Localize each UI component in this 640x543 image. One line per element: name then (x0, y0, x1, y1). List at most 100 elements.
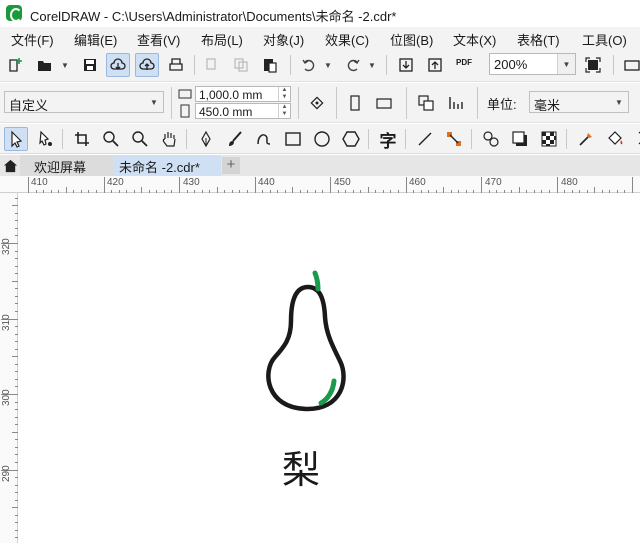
ruler-label: 420 (107, 177, 124, 188)
connector-tool-button[interactable] (442, 127, 466, 151)
publish-pdf-button[interactable]: PDF (452, 53, 476, 77)
crop-tool-button[interactable] (70, 127, 94, 151)
polygon-tool-button[interactable] (339, 127, 363, 151)
portrait-button[interactable] (343, 91, 367, 115)
drawing-canvas[interactable]: 梨 (18, 193, 640, 543)
toolbar-divider (471, 129, 472, 149)
zoom-dropdown-chevron-icon[interactable]: ▼ (557, 54, 575, 74)
ruler-label: 320 (1, 238, 12, 255)
zoom-level-value: 200% (494, 57, 528, 72)
menu-layout[interactable]: 布局(L) (201, 30, 243, 49)
rectangle-icon (285, 132, 301, 146)
page-height-field[interactable]: 450.0 mm ▲ ▼ (195, 103, 291, 119)
options-button[interactable] (619, 53, 640, 77)
eyedropper-tool-button[interactable] (574, 127, 598, 151)
page-size-chevron-icon[interactable]: ▼ (145, 92, 163, 112)
current-page-button[interactable] (444, 91, 468, 115)
redo-button[interactable] (341, 53, 365, 77)
page-size-select[interactable]: 自定义 ▼ (4, 91, 164, 113)
transparency-tool-button[interactable] (537, 127, 561, 151)
dimension-line-icon (418, 132, 432, 146)
page-width-field[interactable]: 1,000.0 mm ▲ ▼ (195, 86, 291, 102)
pear-drawing[interactable] (258, 265, 358, 415)
ruler-label: 300 (1, 389, 12, 406)
copy-button[interactable] (229, 53, 253, 77)
toolbar-divider (386, 55, 387, 75)
cloud-upload-button[interactable] (135, 53, 159, 77)
pear-caption-text[interactable]: 梨 (282, 439, 320, 494)
bspline-tool-button[interactable] (252, 127, 276, 151)
toolbar-divider (186, 129, 187, 149)
cut-button[interactable] (200, 53, 224, 77)
ruler-label: 450 (334, 177, 351, 188)
menu-object[interactable]: 对象(J) (263, 30, 304, 49)
cloud-upload-icon (139, 58, 155, 70)
menu-effects[interactable]: 效果(C) (325, 30, 369, 49)
redo-dropdown-chevron-icon[interactable]: ▼ (368, 61, 376, 70)
pan-tool-button[interactable] (157, 127, 181, 151)
smart-fill-tool-button[interactable] (628, 127, 640, 151)
all-pages-button[interactable] (414, 91, 438, 115)
open-document-button[interactable] (33, 53, 57, 77)
horizontal-ruler[interactable]: 410 420 430 440 450 460 470 480 (0, 176, 640, 193)
add-tab-plus-icon[interactable]: + (222, 157, 240, 174)
new-document-button[interactable] (4, 53, 28, 77)
open-dropdown-chevron-icon[interactable]: ▼ (61, 61, 69, 70)
menu-file[interactable]: 文件(F) (11, 30, 54, 49)
text-tool-button[interactable]: 字 (376, 127, 400, 151)
parallel-dimension-tool-button[interactable] (413, 127, 437, 151)
page-width-stepper[interactable]: ▲ ▼ (278, 87, 290, 101)
interactive-fill-tool-button[interactable] (603, 127, 627, 151)
menu-bitmap[interactable]: 位图(B) (390, 30, 433, 49)
ruler-label: 430 (183, 177, 200, 188)
menu-view[interactable]: 查看(V) (137, 30, 180, 49)
shape-tool-button[interactable] (33, 127, 57, 151)
menu-tools[interactable]: 工具(O) (582, 30, 627, 49)
undo-button[interactable] (297, 53, 321, 77)
landscape-button[interactable] (372, 91, 396, 115)
blend-icon (483, 131, 499, 147)
home-button[interactable] (0, 155, 20, 176)
ruler-label: 480 (561, 177, 578, 188)
menu-edit[interactable]: 编辑(E) (74, 30, 117, 49)
menu-table[interactable]: 表格(T) (517, 30, 560, 49)
units-select[interactable]: 毫米 ▼ (529, 91, 629, 113)
units-value: 毫米 (534, 98, 561, 113)
ellipse-tool-button[interactable] (310, 127, 334, 151)
vertical-ruler[interactable]: 320 310 300 290 (0, 193, 18, 543)
zoom-out-tool-button[interactable] (128, 127, 152, 151)
undo-dropdown-chevron-icon[interactable]: ▼ (324, 61, 332, 70)
artistic-media-tool-button[interactable] (223, 127, 247, 151)
zoom-level-select[interactable]: 200% ▼ (489, 53, 576, 75)
page-orientation-button[interactable] (305, 91, 329, 115)
pear-stem[interactable] (312, 270, 321, 292)
menu-text[interactable]: 文本(X) (453, 30, 496, 49)
checkerboard-icon (541, 131, 557, 147)
pen-tool-button[interactable] (194, 127, 218, 151)
toolbar-divider (290, 55, 291, 75)
ruler-label: 460 (409, 177, 426, 188)
all-pages-icon (418, 95, 434, 111)
redo-icon (347, 59, 360, 72)
rectangle-tool-button[interactable] (281, 127, 305, 151)
tab-welcome-screen[interactable]: 欢迎屏幕 (20, 155, 116, 176)
pdf-icon-label: PDF (456, 58, 472, 67)
zoom-tool-button[interactable] (99, 127, 123, 151)
export-button[interactable] (423, 53, 447, 77)
paint-bucket-icon (608, 131, 623, 145)
units-chevron-icon[interactable]: ▼ (610, 92, 628, 112)
save-button[interactable] (78, 53, 102, 77)
paste-button[interactable] (258, 53, 282, 77)
brush-icon (229, 131, 242, 146)
page-height-stepper[interactable]: ▲ ▼ (278, 104, 290, 118)
blend-tool-button[interactable] (479, 127, 503, 151)
tab-document[interactable]: 未命名 -2.cdr* (113, 155, 221, 176)
drop-shadow-tool-button[interactable] (508, 127, 532, 151)
print-button[interactable] (164, 53, 188, 77)
pick-tool-button[interactable] (4, 127, 28, 151)
page-size-value: 自定义 (9, 98, 49, 113)
cloud-download-button[interactable] (106, 53, 130, 77)
ruler-label: 410 (31, 177, 48, 188)
full-screen-preview-button[interactable] (581, 53, 605, 77)
import-button[interactable] (394, 53, 418, 77)
